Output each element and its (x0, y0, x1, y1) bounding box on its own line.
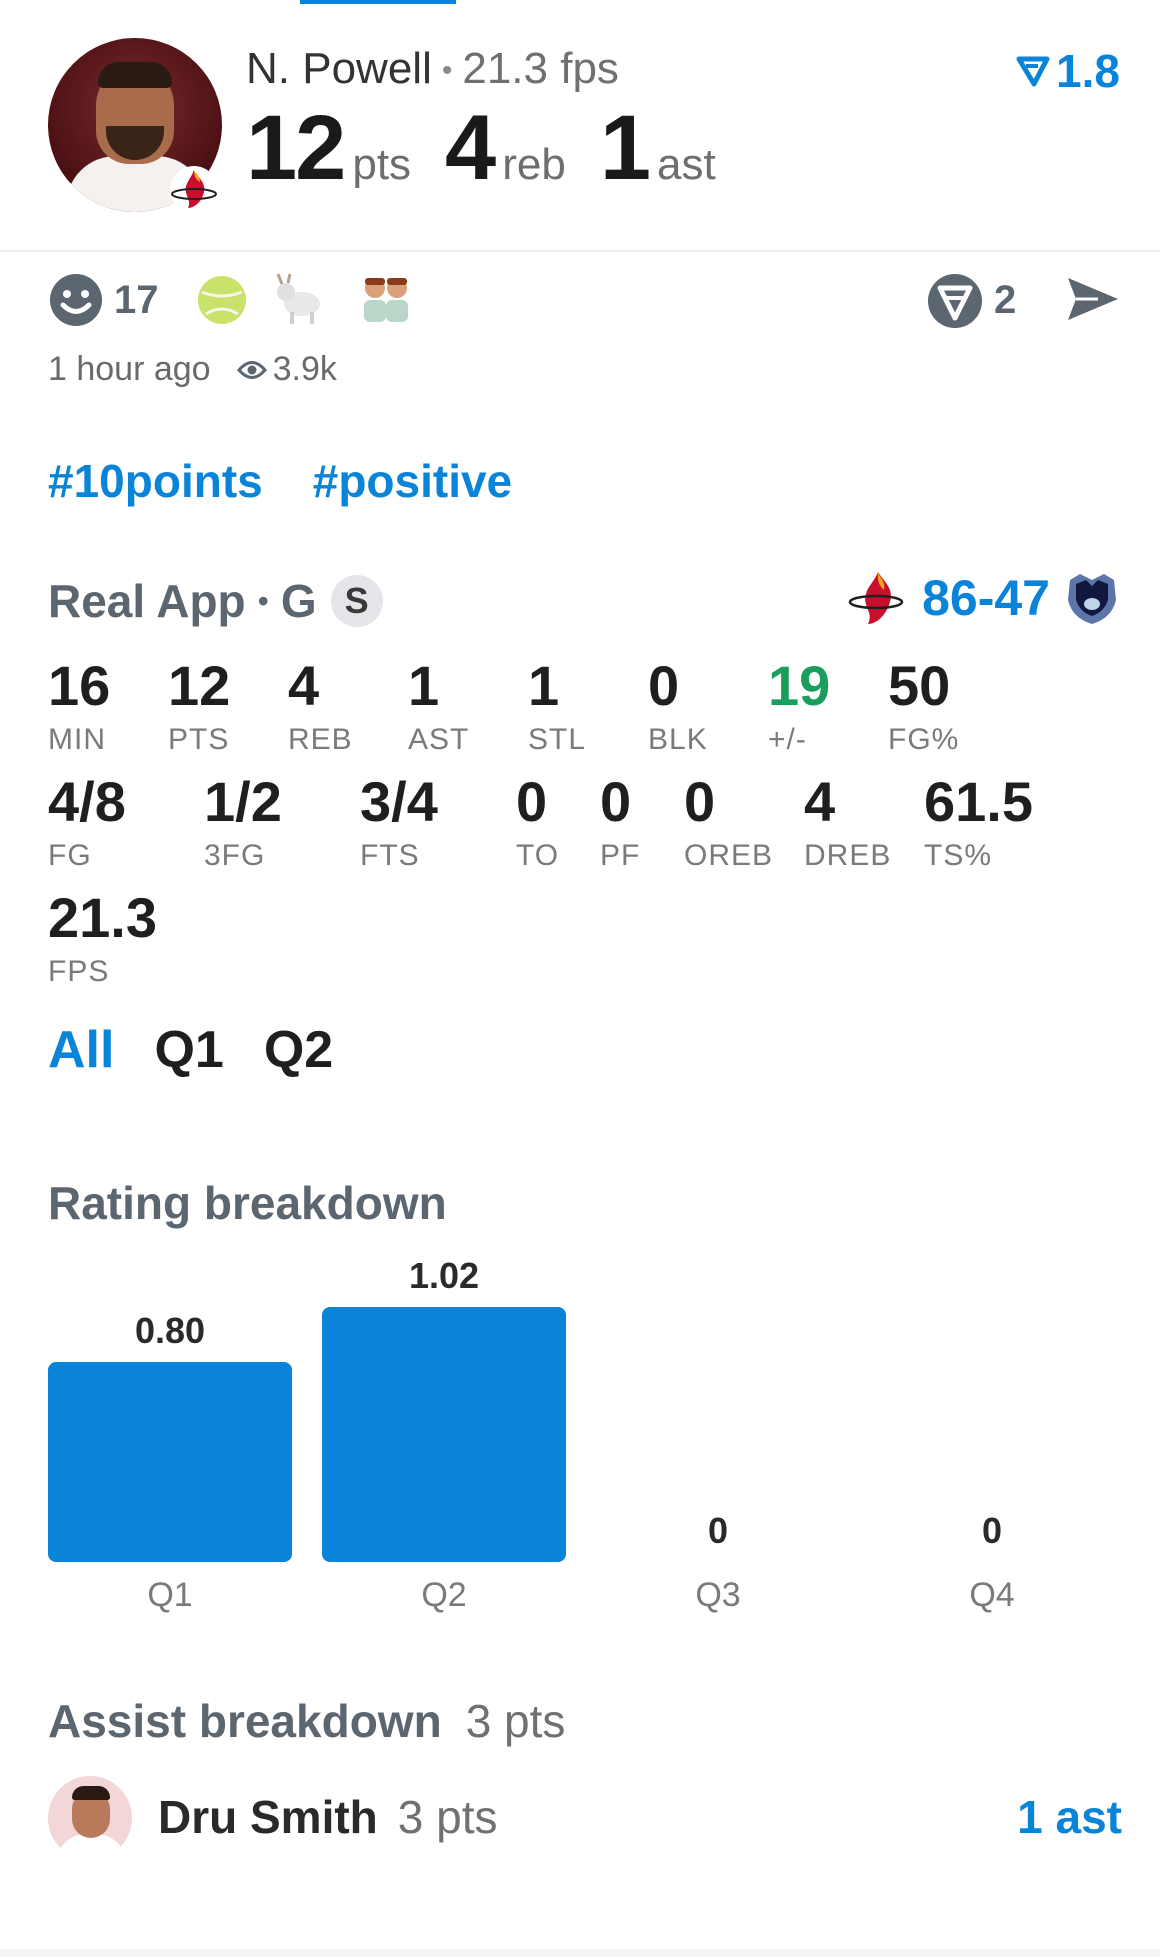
goat-emoji-icon[interactable] (272, 270, 328, 326)
player-name[interactable]: N. Powell (246, 44, 432, 93)
heat-logo-icon (170, 166, 218, 214)
tab-q1[interactable]: Q1 (154, 1020, 223, 1080)
stat-rebounds-unit: reb (502, 140, 566, 189)
stat-points-value: 12 (246, 97, 346, 199)
league-label: Real App (48, 575, 246, 627)
rating-breakdown-chart: 0.80 Q1 1.02 Q2 0 Q3 0 Q4 (48, 1255, 1122, 1630)
views: 3.9k (236, 350, 337, 389)
share-send-icon[interactable] (1064, 274, 1122, 324)
assist-player-avatar[interactable] (48, 1776, 132, 1860)
bottom-divider (0, 1949, 1160, 1957)
tab-q2[interactable]: Q2 (264, 1020, 333, 1080)
rating-value-label-q3: 0 (707, 1510, 729, 1551)
player-position: G (280, 575, 317, 627)
stat-assists-unit: ast (656, 140, 716, 189)
stat-oreb: 0 OREB (684, 770, 774, 873)
rating-badge[interactable]: 1.8 (1016, 44, 1120, 98)
tennis-ball-emoji-icon[interactable] (194, 270, 250, 326)
stat-fg-pct: 50 FG% (888, 654, 960, 757)
rating-value-label-q2: 1.02 (408, 1255, 480, 1296)
stat-3fg: 1/2 3FG (204, 770, 282, 873)
stat-pf: 0 PF (600, 770, 641, 873)
assist-count: 1 ast (1017, 1791, 1122, 1843)
stat-ts-pct: 61.5 TS% (924, 770, 1033, 873)
starter-badge: S (330, 575, 383, 627)
rating-bar-q2[interactable] (322, 1307, 566, 1562)
twins-emoji-icon[interactable] (358, 270, 414, 326)
score-value: 86-47 (922, 570, 1050, 626)
player-title[interactable]: N. Powell • 21.3 fps (246, 44, 619, 94)
rating-bar-q1[interactable] (48, 1362, 292, 1562)
view-count: 3.9k (272, 350, 337, 388)
reaction-count: 17 (114, 278, 159, 322)
statline: 12 pts 4 reb 1 ast (246, 96, 750, 201)
stat-plus-minus: 19 +/- (768, 654, 831, 757)
assist-breakdown-label: Assist breakdown (48, 1695, 442, 1747)
stat-stl: 1 STL (528, 654, 587, 757)
player-fps: 21.3 fps (462, 44, 619, 93)
assist-breakdown-total: 3 pts (465, 1695, 566, 1747)
stat-fts: 3/4 FTS (360, 770, 438, 873)
time-ago: 1 hour ago (48, 350, 211, 388)
game-score[interactable]: 86-47 (848, 568, 1120, 628)
stat-fg: 4/8 FG (48, 770, 126, 873)
rating-category-label-q4: Q4 (969, 1576, 1015, 1614)
rating-value: 1.8 (1056, 45, 1120, 97)
assist-player-name[interactable]: Dru Smith (158, 1791, 378, 1843)
grizzlies-logo-icon (1068, 574, 1116, 624)
stat-dreb: 4 DREB (804, 770, 892, 873)
stat-fps: 21.3 FPS (48, 886, 157, 989)
eye-icon (236, 360, 267, 379)
stat-ast: 1 AST (408, 654, 470, 757)
player-header: N. Powell • 21.3 fps 12 pts 4 reb 1 ast 1.8 (0, 0, 1160, 252)
assist-breakdown-title: Assist breakdown 3 pts (48, 1694, 565, 1748)
stat-points-unit: pts (352, 140, 412, 189)
rating-category-label-q3: Q3 (695, 1576, 741, 1614)
heat-logo-icon (848, 572, 904, 624)
rating-category-label-q1: Q1 (147, 1576, 193, 1614)
game-label: Real App • G S (48, 574, 383, 628)
stat-min: 16 MIN (48, 654, 111, 757)
stat-reb: 4 REB (288, 654, 353, 757)
add-reaction-smile-icon[interactable] (48, 272, 104, 328)
stat-blk: 0 BLK (648, 654, 708, 757)
stat-to: 0 TO (516, 770, 560, 873)
hashtag-positive[interactable]: #positive (313, 454, 512, 508)
rating-breakdown-title: Rating breakdown (48, 1177, 447, 1229)
comments-icon[interactable] (926, 272, 984, 330)
rating-category-label-q2: Q2 (421, 1576, 467, 1614)
assist-player[interactable]: Dru Smith 3 pts (158, 1790, 498, 1844)
stat-pts: 12 PTS (168, 654, 231, 757)
hashtag-10points[interactable]: #10points (48, 454, 263, 508)
rating-value-label-q4: 0 (981, 1510, 1003, 1551)
rating-value-label-q1: 0.80 (134, 1310, 206, 1351)
assist-player-pts: 3 pts (397, 1791, 498, 1843)
hashtags: #10points #positive (48, 454, 562, 508)
rating-icon (1016, 56, 1050, 87)
comment-count: 2 (994, 278, 1017, 322)
stat-assists-value: 1 (599, 97, 651, 199)
tab-all[interactable]: All (48, 1020, 114, 1080)
quarter-tabs: All Q1 Q2 (48, 1020, 373, 1080)
stat-rebounds-value: 4 (445, 97, 496, 199)
post-meta: 1 hour ago 3.9k (48, 350, 337, 389)
assist-row[interactable]: Dru Smith 3 pts 1 ast (48, 1772, 1122, 1860)
